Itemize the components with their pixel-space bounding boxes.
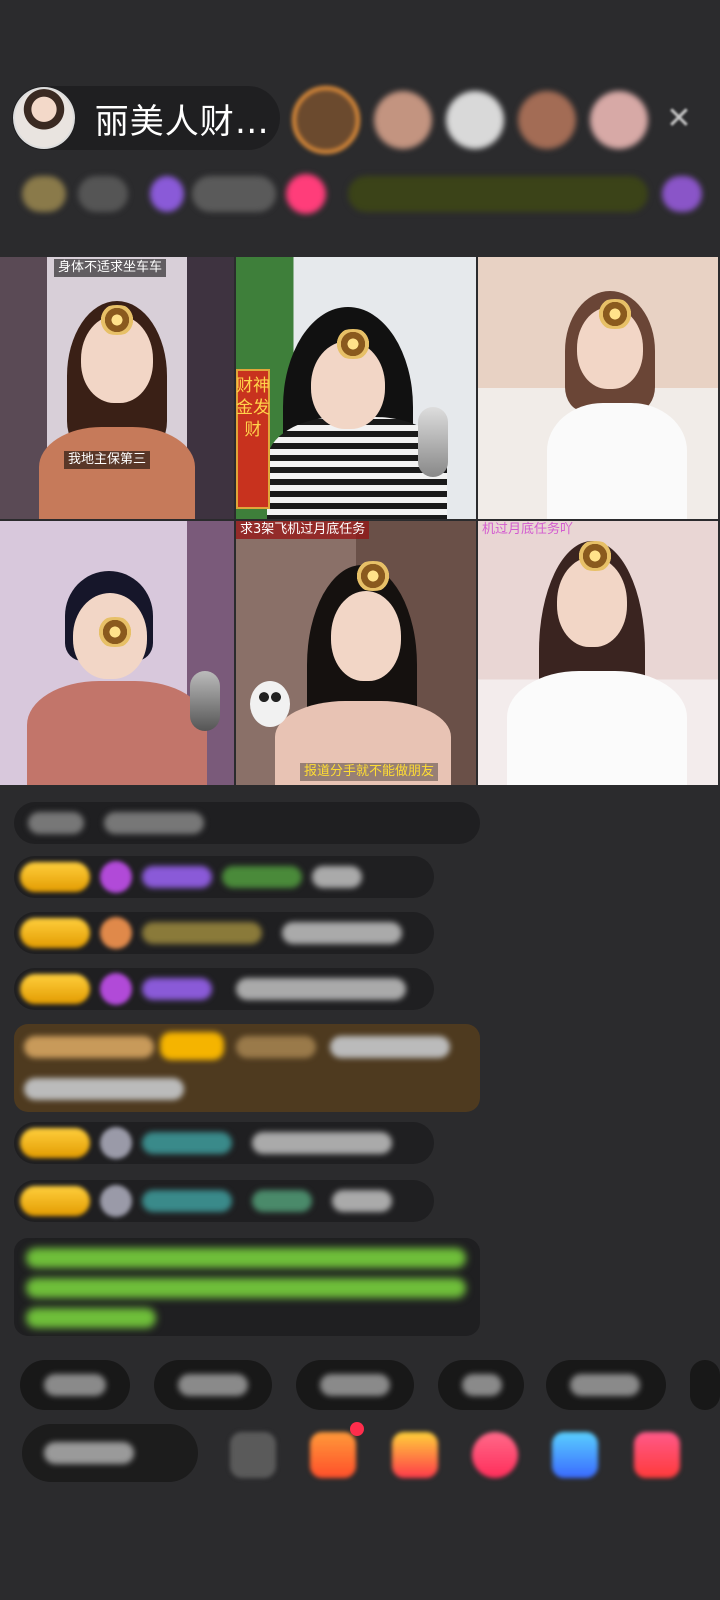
quick-reply-chip[interactable] [154, 1360, 272, 1410]
video-tile[interactable]: 身体不适求坐车车 我地主保第三 [0, 257, 236, 521]
chat-message[interactable] [14, 1180, 434, 1222]
system-notice [14, 1238, 480, 1336]
stat-chip [78, 176, 128, 212]
viewer-avatar[interactable] [374, 91, 432, 149]
fan-badge-icon [100, 1185, 132, 1217]
fan-badge-icon [100, 917, 132, 949]
chat-message[interactable] [14, 856, 434, 898]
room-info-row[interactable] [22, 172, 702, 216]
viewer-avatar[interactable] [292, 86, 360, 154]
microphone [418, 407, 448, 477]
video-caption: 机过月底任务吖 [482, 522, 574, 537]
chat-message-highlight[interactable] [14, 1024, 480, 1112]
level-badge [20, 974, 90, 1004]
level-badge [20, 1186, 90, 1216]
chat-message[interactable] [14, 912, 434, 954]
quick-reply-chip[interactable] [20, 1360, 130, 1410]
fan-badge-icon [100, 861, 132, 893]
rank-chip[interactable] [22, 176, 66, 212]
fan-badge-icon [100, 1127, 132, 1159]
video-caption: 报道分手就不能做朋友 [300, 763, 439, 781]
stat-chip [192, 176, 276, 212]
chat-input[interactable] [22, 1424, 198, 1482]
microphone [190, 671, 220, 731]
gift-icon[interactable] [634, 1432, 680, 1478]
emoji-icon[interactable] [230, 1432, 276, 1478]
fan-badge-icon [100, 973, 132, 1005]
quick-reply-chip[interactable] [296, 1360, 414, 1410]
level-badge [20, 1128, 90, 1158]
quick-reply-chip[interactable] [438, 1360, 524, 1410]
red-packet-icon[interactable] [392, 1432, 438, 1478]
video-caption: 身体不适求坐车车 [54, 259, 167, 277]
level-badge [20, 862, 90, 892]
video-tile[interactable]: 机过月底任务吖 [478, 521, 720, 787]
viewer-avatar[interactable] [446, 91, 504, 149]
video-tile[interactable] [478, 257, 720, 521]
chat-message[interactable] [14, 968, 434, 1010]
share-icon[interactable] [552, 1432, 598, 1478]
viewer-avatar[interactable] [518, 91, 576, 149]
close-icon[interactable]: ✕ [664, 104, 694, 134]
host-info[interactable]: 丽美人财… [12, 86, 280, 150]
video-caption: 求3架飞机过月底任务 [236, 521, 370, 539]
chat-message[interactable] [14, 802, 480, 844]
host-avatar[interactable] [13, 87, 75, 149]
video-tile[interactable]: 财神金发财 [236, 257, 478, 521]
panda-toy [250, 681, 290, 727]
menu-icon[interactable] [662, 176, 702, 212]
host-name: 丽美人财… [94, 101, 270, 142]
chat-message[interactable] [14, 1122, 434, 1164]
video-grid: 身体不适求坐车车 我地主保第三 财神金发财 求3架飞机过月底任务 报道分手就不能… [0, 257, 720, 787]
task-chip[interactable] [348, 176, 648, 212]
fans-icon[interactable] [150, 176, 184, 212]
banner-text: 财神金发财 [236, 376, 270, 440]
level-badge [20, 918, 90, 948]
video-caption: 我地主保第三 [64, 451, 151, 469]
video-tile[interactable] [0, 521, 236, 787]
quick-reply-chip[interactable] [546, 1360, 666, 1410]
heart-icon[interactable] [286, 174, 326, 214]
viewer-avatar[interactable] [590, 91, 648, 149]
video-tile[interactable]: 求3架飞机过月底任务 报道分手就不能做朋友 [236, 521, 478, 787]
heart-icon[interactable] [472, 1432, 518, 1478]
top-viewers[interactable] [292, 86, 648, 154]
quick-reply-chip[interactable] [690, 1360, 720, 1410]
gift-box-icon[interactable] [310, 1432, 356, 1478]
notification-dot [350, 1422, 364, 1436]
